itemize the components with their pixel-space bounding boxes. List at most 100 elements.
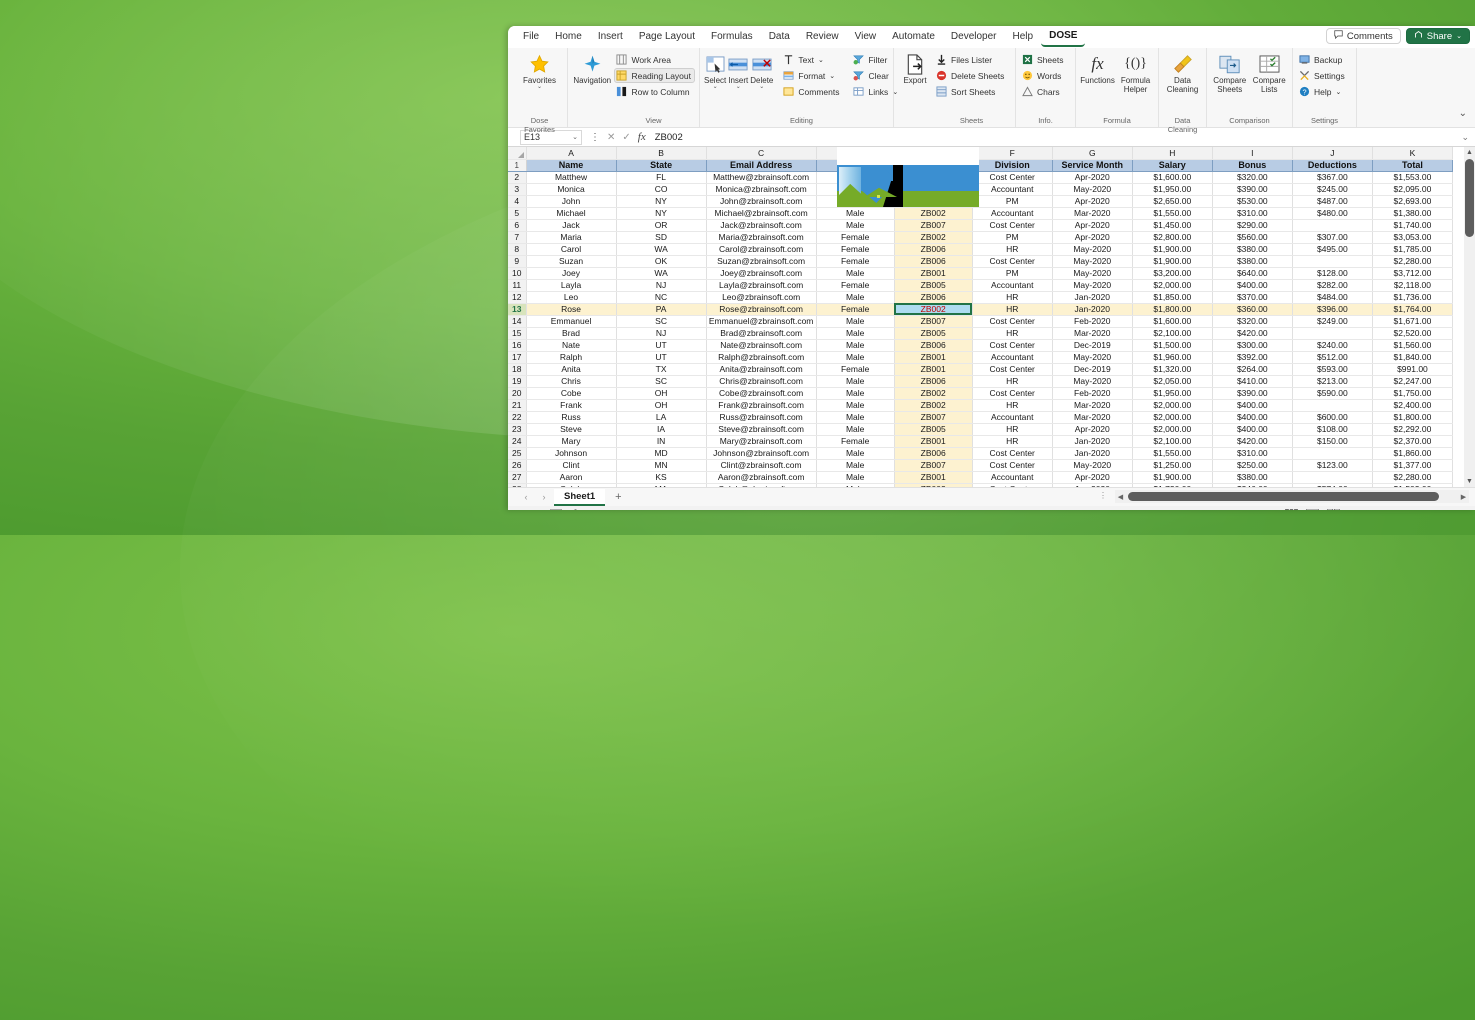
cell-A27[interactable]: Aaron — [526, 471, 617, 484]
cell-I24[interactable]: $420.00 — [1212, 435, 1293, 448]
cell-A17[interactable]: Ralph — [526, 351, 617, 364]
functions-button[interactable]: fx Functions — [1080, 51, 1115, 85]
column-header-j[interactable]: J — [1292, 147, 1373, 160]
row-header-25[interactable]: 25 — [508, 447, 527, 460]
table-row[interactable]: 9 Suzan OK Suzan@zbrainsoft.com Female ZB006 C… — [508, 255, 1454, 268]
cell-B9[interactable]: OK — [616, 255, 707, 268]
vertical-scrollbar-thumb[interactable] — [1465, 159, 1474, 237]
cell-B7[interactable]: SD — [616, 231, 707, 244]
cell-E14[interactable]: ZB007 — [894, 315, 973, 328]
cell-C11[interactable]: Layla@zbrainsoft.com — [706, 279, 817, 292]
reading-layout-button[interactable]: Reading Layout — [614, 68, 695, 83]
cell-A25[interactable]: Johnson — [526, 447, 617, 460]
cell-J14[interactable]: $249.00 — [1292, 315, 1373, 328]
tab-developer[interactable]: Developer — [943, 28, 1005, 46]
cell-F27[interactable]: Accountant — [972, 471, 1053, 484]
cell-C13[interactable]: Rose@zbrainsoft.com — [706, 303, 817, 316]
cell-A15[interactable]: Brad — [526, 327, 617, 340]
hscroll-right-arrow[interactable]: ▶ — [1458, 493, 1469, 501]
cell-F18[interactable]: Cost Center — [972, 363, 1053, 376]
cell-E11[interactable]: ZB005 — [894, 279, 973, 292]
cell-A8[interactable]: Carol — [526, 243, 617, 256]
cell-H19[interactable]: $2,050.00 — [1132, 375, 1213, 388]
cell-E24[interactable]: ZB001 — [894, 435, 973, 448]
cell-E22[interactable]: ZB007 — [894, 411, 973, 424]
delete-button[interactable]: Delete ⌄ — [750, 51, 773, 90]
cell-F13[interactable]: HR — [972, 303, 1053, 316]
cell-J25[interactable] — [1292, 447, 1373, 460]
row-header-5[interactable]: 5 — [508, 207, 527, 220]
cell-G16[interactable]: Dec-2019 — [1052, 339, 1133, 352]
fx-insert-function-icon[interactable]: fx — [638, 131, 646, 143]
cell-K15[interactable]: $2,520.00 — [1372, 327, 1454, 340]
sheets-info-button[interactable]: Sheets — [1020, 52, 1067, 67]
cell-G14[interactable]: Feb-2020 — [1052, 315, 1133, 328]
cell-I16[interactable]: $300.00 — [1212, 339, 1293, 352]
cell-H2[interactable]: $1,600.00 — [1132, 171, 1213, 184]
table-row[interactable]: 19 Chris SC Chris@zbrainsoft.com Male ZB006 HR… — [508, 375, 1454, 388]
cell-B15[interactable]: NJ — [616, 327, 707, 340]
cell-G21[interactable]: Mar-2020 — [1052, 399, 1133, 412]
table-row[interactable]: 3MonicaCOMonica@zbrainsoft.comFemaleZB00… — [508, 183, 1454, 196]
table-row[interactable]: 25 Johnson MD Johnson@zbrainsoft.com Male ZB0… — [508, 447, 1454, 460]
tab-data[interactable]: Data — [761, 28, 798, 46]
sort-sheets-button[interactable]: Sort Sheets — [934, 84, 1008, 99]
row-header-3[interactable]: 3 — [508, 183, 527, 196]
cell-A6[interactable]: Jack — [526, 219, 617, 232]
row-header-1[interactable]: 1 — [508, 159, 527, 172]
table-row[interactable]: 21 Frank OH Frank@zbrainsoft.com Male ZB002 HR… — [508, 399, 1454, 412]
cell-C20[interactable]: Cobe@zbrainsoft.com — [706, 387, 817, 400]
cell-J5[interactable]: $480.00 — [1292, 207, 1373, 220]
cell-C27[interactable]: Aaron@zbrainsoft.com — [706, 471, 817, 484]
cell-G10[interactable]: May-2020 — [1052, 267, 1133, 280]
row-header-27[interactable]: 27 — [508, 471, 527, 484]
cell-B12[interactable]: NC — [616, 291, 707, 304]
collapse-ribbon-button[interactable]: ⌄ — [1459, 108, 1467, 119]
cell-C12[interactable]: Leo@zbrainsoft.com — [706, 291, 817, 304]
cell-A10[interactable]: Joey — [526, 267, 617, 280]
cell-E16[interactable]: ZB006 — [894, 339, 973, 352]
tab-file[interactable]: File — [515, 28, 547, 46]
cell-H11[interactable]: $2,000.00 — [1132, 279, 1213, 292]
cell-G5[interactable]: Mar-2020 — [1052, 207, 1133, 220]
cell-K19[interactable]: $2,247.00 — [1372, 375, 1454, 388]
cell-C24[interactable]: Mary@zbrainsoft.com — [706, 435, 817, 448]
favorites-button[interactable]: Favorites ⌄ — [516, 51, 563, 90]
row-header-23[interactable]: 23 — [508, 423, 527, 436]
row-header-21[interactable]: 21 — [508, 399, 527, 412]
cell-D14[interactable]: Male — [816, 315, 895, 328]
sheet-prev-icon[interactable]: ‹ — [518, 492, 534, 502]
format-button[interactable]: Format ⌄ — [781, 68, 843, 83]
cell-F16[interactable]: Cost Center — [972, 339, 1053, 352]
work-area-button[interactable]: Work Area — [614, 52, 695, 67]
cell-B5[interactable]: NY — [616, 207, 707, 220]
cell-H27[interactable]: $1,900.00 — [1132, 471, 1213, 484]
cell-B26[interactable]: MN — [616, 459, 707, 472]
sheet-tab-sheet1[interactable]: Sheet1 — [554, 488, 606, 506]
cell-B20[interactable]: OH — [616, 387, 707, 400]
cell-I10[interactable]: $640.00 — [1212, 267, 1293, 280]
column-title-i[interactable]: Bonus — [1212, 159, 1293, 172]
cell-K26[interactable]: $1,377.00 — [1372, 459, 1454, 472]
table-row[interactable]: 20 Cobe OH Cobe@zbrainsoft.com Male ZB002 Cost… — [508, 387, 1454, 400]
row-header-26[interactable]: 26 — [508, 459, 527, 472]
cell-D18[interactable]: Female — [816, 363, 895, 376]
cell-E20[interactable]: ZB002 — [894, 387, 973, 400]
cell-J27[interactable] — [1292, 471, 1373, 484]
cell-H26[interactable]: $1,250.00 — [1132, 459, 1213, 472]
cell-H14[interactable]: $1,600.00 — [1132, 315, 1213, 328]
cell-I13[interactable]: $360.00 — [1212, 303, 1293, 316]
cell-D13[interactable]: Female — [816, 303, 895, 316]
cell-B19[interactable]: SC — [616, 375, 707, 388]
cell-H8[interactable]: $1,900.00 — [1132, 243, 1213, 256]
table-row[interactable]: 23 Steve IA Steve@zbrainsoft.com Male ZB005 HR… — [508, 423, 1454, 436]
cell-I9[interactable]: $380.00 — [1212, 255, 1293, 268]
share-button[interactable]: Share ⌄ — [1405, 28, 1470, 44]
cell-C4[interactable]: John@zbrainsoft.com — [706, 195, 817, 208]
cell-H15[interactable]: $2,100.00 — [1132, 327, 1213, 340]
cell-I23[interactable]: $400.00 — [1212, 423, 1293, 436]
table-row[interactable]: 8 Carol WA Carol@zbrainsoft.com Female ZB006 H… — [508, 243, 1454, 256]
row-header-20[interactable]: 20 — [508, 387, 527, 400]
expand-formula-bar-icon[interactable]: ⌄ — [1461, 132, 1469, 143]
cell-E19[interactable]: ZB006 — [894, 375, 973, 388]
